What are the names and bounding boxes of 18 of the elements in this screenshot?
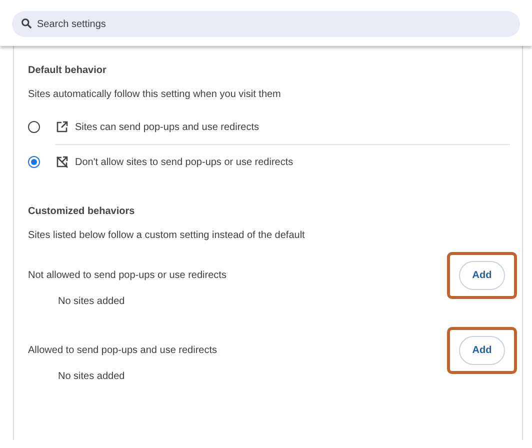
option-label: Don't allow sites to send pop-ups or use redirects (75, 156, 294, 168)
blocked-pop-up-icon (56, 156, 68, 168)
section-description: Sites automatically follow this setting when you visit them (28, 88, 282, 102)
search-field[interactable]: Search settings (12, 11, 520, 37)
list-label: Not allowed to send pop-ups or use redirects (28, 270, 226, 280)
add-button[interactable]: Add (459, 260, 505, 290)
section-description: Sites listed below follow a custom setting instead of the default (28, 229, 306, 243)
search-icon (21, 18, 32, 29)
add-button[interactable]: Add (459, 336, 505, 364)
option-label: Sites can send pop-ups and use redirects (75, 122, 259, 132)
open-in-new-icon (56, 121, 68, 133)
radio-button[interactable] (28, 156, 40, 168)
empty-message: No sites added (57, 370, 126, 384)
list-label: Allowed to send pop-ups and use redirects (28, 344, 218, 356)
empty-message: No sites added (57, 295, 126, 309)
section-heading: Default behavior (28, 64, 108, 78)
radio-button[interactable] (28, 121, 40, 133)
section-heading: Customized behaviors (28, 205, 136, 219)
